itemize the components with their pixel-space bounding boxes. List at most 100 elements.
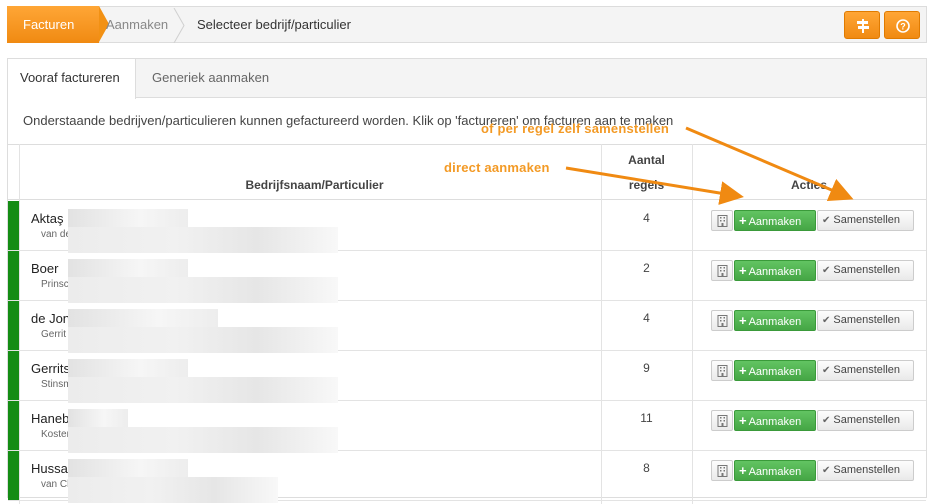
row-address: van de [41,229,72,240]
compose-button[interactable]: ✔ Samenstellen [817,310,914,331]
header-actions: Acties [790,178,828,192]
row-address: van Cl [41,479,70,490]
building-icon [717,415,728,427]
add-label: Aanmaken [748,466,802,478]
add-button[interactable]: + Aanmaken [734,260,816,281]
company-button[interactable] [711,410,733,431]
status-bar [8,351,19,400]
redacted-area [68,377,338,403]
row-count: 11 [640,411,653,425]
header-name[interactable]: Bedrijfsnaam/Particulier [28,178,601,192]
add-button[interactable]: + Aanmaken [734,310,816,331]
row-name: Aktaş [31,211,64,226]
company-button[interactable] [711,460,733,481]
add-button[interactable]: + Aanmaken [734,460,816,481]
row-count: 8 [643,461,650,475]
breadcrumb-separator [173,8,185,43]
row-count: 9 [643,361,650,375]
compose-label: Samenstellen [833,264,901,276]
row-name: de Jon [31,311,71,326]
status-bar [8,201,19,250]
compose-button[interactable]: ✔ Samenstellen [817,410,914,431]
check-icon: ✔ [822,365,831,376]
compose-label: Samenstellen [833,214,901,226]
add-label: Aanmaken [748,266,802,278]
status-bar [8,451,19,500]
row-count: 2 [643,261,650,275]
plus-icon: + [739,313,747,328]
breadcrumb-current: Selecteer bedrijf/particulier [197,17,351,32]
building-icon [717,315,728,327]
check-icon: ✔ [822,215,831,226]
redacted-area [68,327,338,353]
redacted-area [68,227,338,253]
row-address: Prinsc [41,279,69,290]
breadcrumb-facturen[interactable]: Facturen [7,6,99,43]
building-icon [717,365,728,377]
company-button[interactable] [711,210,733,231]
annotation-per-row: of per regel zelf samenstellen [481,121,670,136]
breadcrumb-bar: Facturen Aanmaken Selecteer bedrijf/part… [7,6,927,43]
breadcrumb-aanmaken[interactable]: Aanmaken [106,17,168,32]
plus-icon: + [739,263,747,278]
tab-bar: Vooraf factureren Generiek aanmaken [8,59,926,99]
building-icon [717,265,728,277]
redacted-area [68,277,338,303]
tab-generiek-aanmaken[interactable]: Generiek aanmaken [140,59,281,98]
help-icon: ? [896,19,910,33]
table-row[interactable]: Gerrits Stinsm 9 + Aanmaken ✔ Samenstellen [8,351,926,403]
check-icon: ✔ [822,315,831,326]
redacted-area [68,477,278,503]
status-bar [8,401,19,450]
breadcrumb-label: Facturen [23,17,75,32]
table-row[interactable]: Haneb Koster 11 + Aanmaken ✔ Samenstellen [8,401,926,453]
table-row[interactable]: Boer Prinsc 2 + Aanmaken ✔ Samenstellen [8,251,926,303]
add-label: Aanmaken [748,316,802,328]
row-name: Hussa [31,461,68,476]
status-bar [8,301,19,350]
plus-icon: + [739,363,747,378]
annotation-direct: direct aanmaken [444,160,550,175]
tab-vooraf-factureren[interactable]: Vooraf factureren [8,59,136,99]
row-count: 4 [643,311,650,325]
plus-icon: + [739,413,747,428]
redacted-area [68,427,338,453]
compose-button[interactable]: ✔ Samenstellen [817,210,914,231]
row-address: Stinsm [41,379,72,390]
check-icon: ✔ [822,415,831,426]
company-button[interactable] [711,310,733,331]
row-name: Haneb [31,411,70,426]
check-icon: ✔ [822,265,831,276]
header-count-line1: Aantal [628,153,665,167]
company-button[interactable] [711,360,733,381]
table-row[interactable]: Hussa van Cl 8 + Aanmaken ✔ Samenstellen [8,451,926,503]
company-button[interactable] [711,260,733,281]
row-address: Gerrit [41,329,66,340]
compose-label: Samenstellen [833,414,901,426]
row-name: Boer [31,261,59,276]
add-label: Aanmaken [748,416,802,428]
compose-label: Samenstellen [833,364,901,376]
table-row[interactable]: Aktaş van de 4 + Aanmaken ✔ Samenstellen [8,201,926,253]
plus-icon: + [739,213,747,228]
signpost-button[interactable] [844,11,880,39]
compose-label: Samenstellen [833,464,901,476]
header-count-line2: regels [628,178,665,192]
add-label: Aanmaken [748,216,802,228]
add-button[interactable]: + Aanmaken [734,410,816,431]
row-count: 4 [643,211,650,225]
add-button[interactable]: + Aanmaken [734,360,816,381]
table-row[interactable]: de Jon Gerrit 4 + Aanmaken ✔ Samenstellen [8,301,926,353]
building-icon [717,465,728,477]
row-address: Koster [41,429,70,440]
help-button[interactable]: ? [884,11,920,39]
compose-button[interactable]: ✔ Samenstellen [817,460,914,481]
add-button[interactable]: + Aanmaken [734,210,816,231]
plus-icon: + [739,463,747,478]
compose-button[interactable]: ✔ Samenstellen [817,360,914,381]
add-label: Aanmaken [748,366,802,378]
signpost-icon [857,19,869,33]
compose-button[interactable]: ✔ Samenstellen [817,260,914,281]
content-panel: Vooraf factureren Generiek aanmaken Onde… [7,58,927,504]
status-bar [8,251,19,300]
